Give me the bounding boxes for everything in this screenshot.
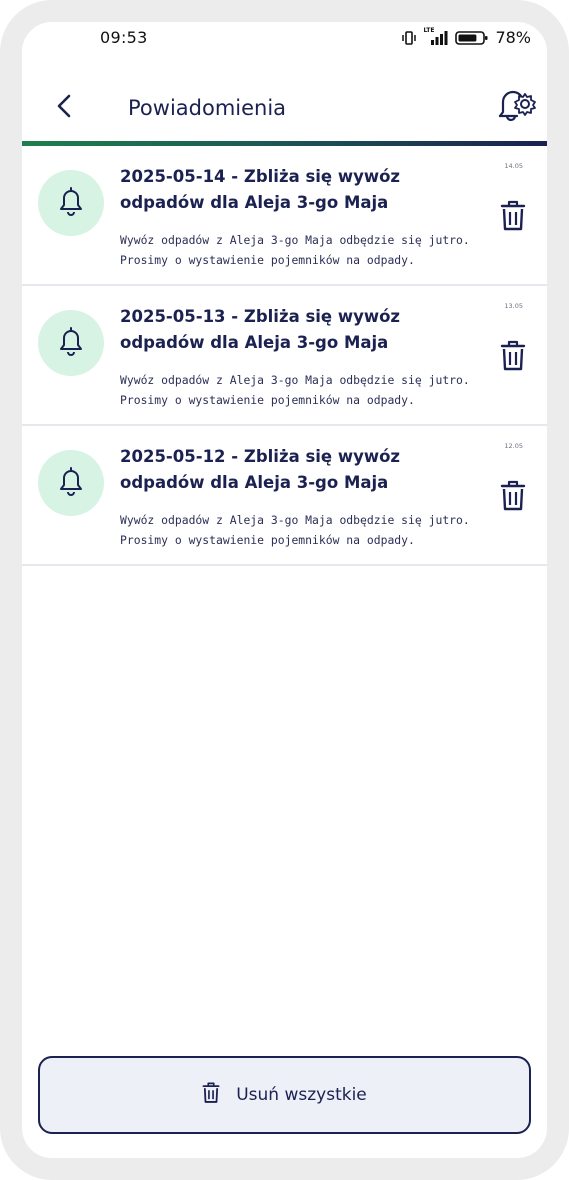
- notification-item[interactable]: 2025-05-14 - Zbliża się wywóz odpadów dl…: [22, 146, 547, 286]
- delete-all-button[interactable]: Usuń wszystkie: [38, 1056, 531, 1134]
- notification-item[interactable]: 2025-05-12 - Zbliża się wywóz odpadów dl…: [22, 426, 547, 566]
- delete-notification-button[interactable]: [497, 340, 529, 376]
- notification-date: 12.05: [504, 442, 523, 450]
- notification-icon-badge: [38, 450, 104, 516]
- status-icons: LTE 78%: [401, 27, 531, 47]
- chevron-left-icon: [54, 93, 74, 123]
- bell-gear-icon: [494, 85, 538, 129]
- notification-date: 14.05: [504, 162, 523, 170]
- notification-icon-badge: [38, 170, 104, 236]
- delete-all-label: Usuń wszystkie: [236, 1085, 367, 1105]
- back-button[interactable]: [44, 88, 84, 128]
- lte-signal-icon: LTE: [423, 27, 449, 46]
- notification-icon-badge: [38, 310, 104, 376]
- vibrate-icon: [401, 30, 417, 45]
- notification-title: 2025-05-14 - Zbliża się wywóz odpadów dl…: [120, 167, 401, 212]
- notification-settings-button[interactable]: [493, 86, 539, 128]
- notification-body: Wywóz odpadów z Aleja 3-go Maja odbędzie…: [120, 373, 470, 407]
- trash-icon: [202, 1082, 220, 1108]
- notification-list: 2025-05-14 - Zbliża się wywóz odpadów dl…: [22, 146, 547, 566]
- trash-icon: [500, 340, 526, 376]
- status-bar: 09:53 LTE 78%: [22, 22, 547, 52]
- notification-title: 2025-05-13 - Zbliża się wywóz odpadów dl…: [120, 307, 401, 352]
- trash-icon: [500, 480, 526, 516]
- notification-date: 13.05: [504, 302, 523, 310]
- delete-notification-button[interactable]: [497, 480, 529, 516]
- notification-title: 2025-05-12 - Zbliża się wywóz odpadów dl…: [120, 447, 401, 492]
- bell-icon: [56, 325, 86, 361]
- notification-body: Wywóz odpadów z Aleja 3-go Maja odbędzie…: [120, 513, 470, 547]
- status-time: 09:53: [100, 28, 148, 47]
- app-header: Powiadomienia: [22, 74, 547, 140]
- home-indicator[interactable]: [198, 1158, 372, 1162]
- page-title: Powiadomienia: [128, 96, 287, 120]
- notification-item[interactable]: 2025-05-13 - Zbliża się wywóz odpadów dl…: [22, 286, 547, 426]
- trash-icon: [500, 200, 526, 236]
- delete-notification-button[interactable]: [497, 200, 529, 236]
- battery-percent: 78%: [495, 28, 531, 47]
- bell-icon: [56, 185, 86, 221]
- battery-icon: [455, 30, 489, 46]
- notification-body: Wywóz odpadów z Aleja 3-go Maja odbędzie…: [120, 233, 470, 267]
- bell-icon: [56, 465, 86, 501]
- phone-frame: 09:53 LTE 78% Powiadomienia 2025-05-14 -…: [0, 0, 569, 1180]
